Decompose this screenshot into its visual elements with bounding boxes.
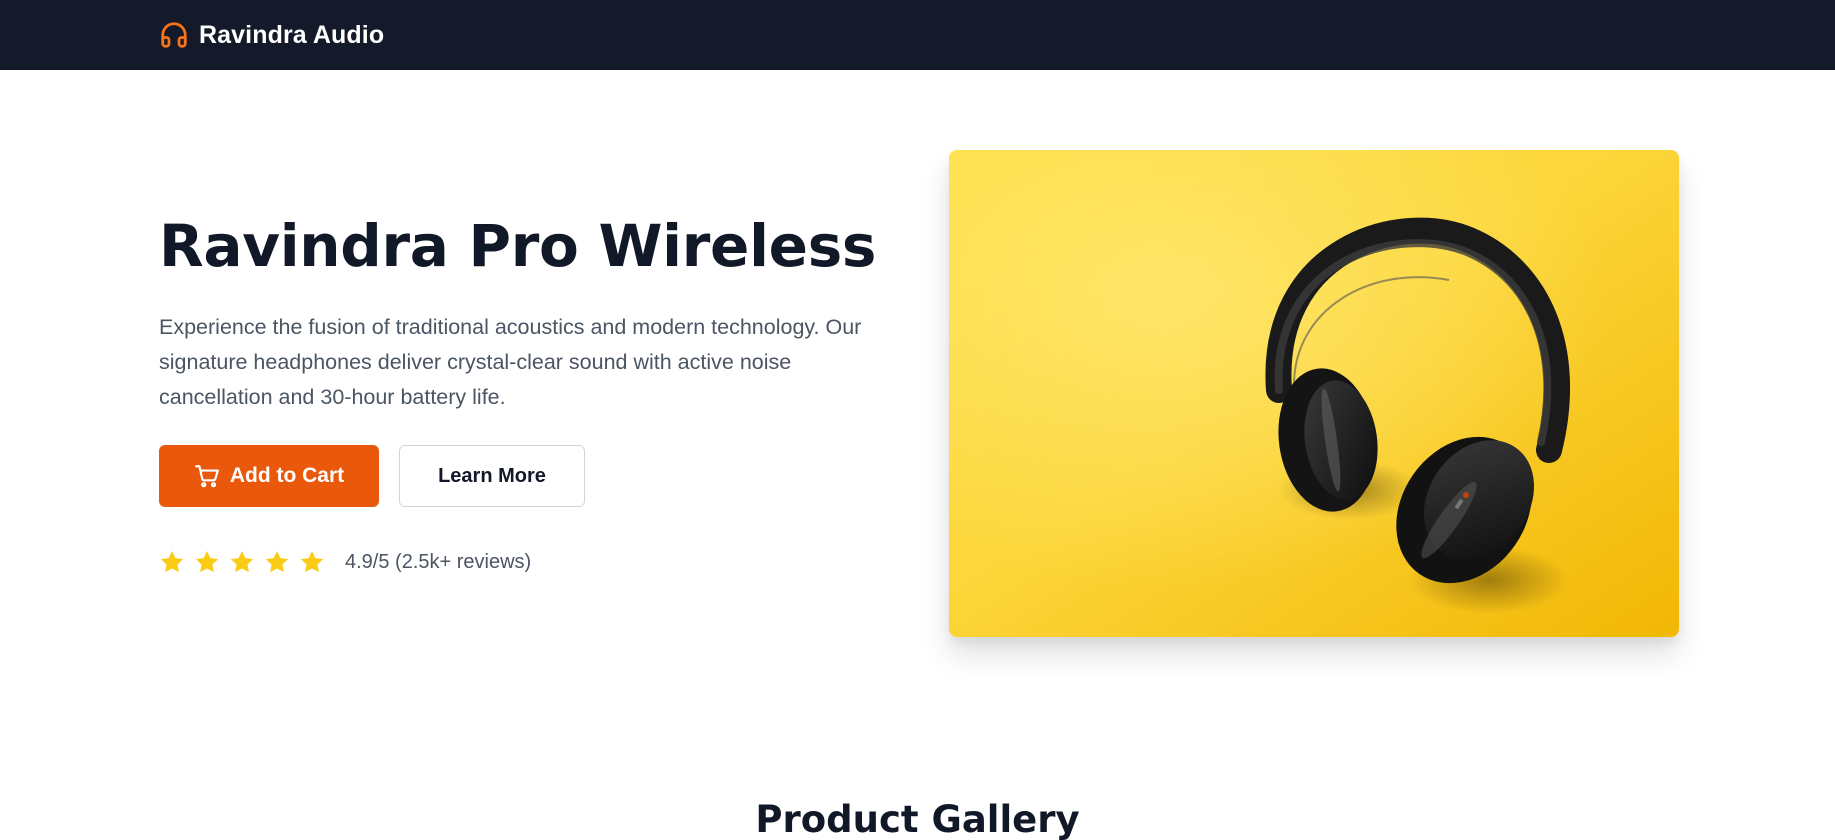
rating-text: 4.9/5 (2.5k+ reviews) <box>345 550 532 573</box>
star-icon <box>160 550 184 573</box>
star-icon <box>195 550 219 573</box>
brand-logo[interactable]: Ravindra Audio <box>159 18 384 52</box>
star-icon <box>300 550 324 573</box>
brand-name: Ravindra Audio <box>199 20 385 49</box>
headphones-illustration <box>949 150 1679 637</box>
product-rating: 4.9/5 (2.5k+ reviews) <box>159 546 531 578</box>
gallery-title: Product Gallery <box>755 798 1080 840</box>
hero-title: Ravindra Pro Wireless <box>159 212 877 280</box>
hero-content: Ravindra Pro Wireless Experience the fus… <box>159 200 899 415</box>
add-to-cart-button[interactable]: Add to Cart <box>159 445 379 507</box>
product-image <box>949 150 1679 637</box>
cart-icon <box>194 465 219 488</box>
navbar: Ravindra Audio <box>0 0 1835 70</box>
add-to-cart-label: Add to Cart <box>229 464 345 487</box>
star-icon <box>265 550 289 573</box>
star-icon <box>230 550 254 573</box>
hero-description: Experience the fusion of traditional aco… <box>159 315 862 409</box>
rating-stars <box>159 549 325 575</box>
headphones-icon <box>161 22 187 48</box>
learn-more-button[interactable]: Learn More <box>399 445 585 507</box>
